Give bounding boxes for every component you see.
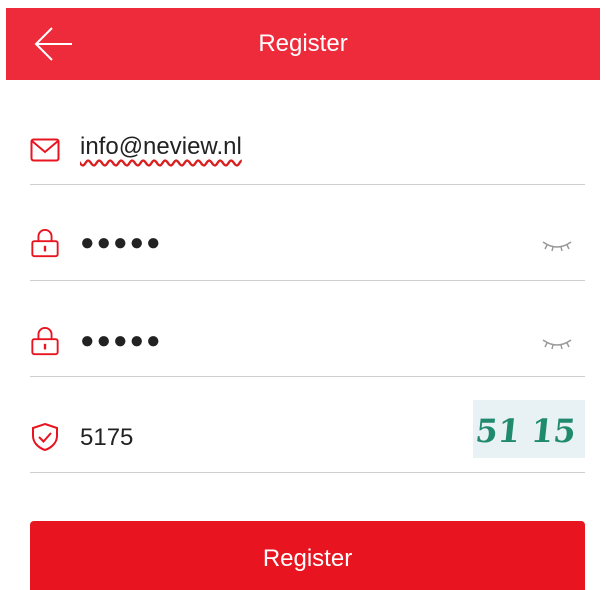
register-button[interactable]: Register xyxy=(30,521,585,590)
email-value: info@neview.nl xyxy=(80,133,242,160)
shield-check-icon xyxy=(32,422,58,452)
eye-closed-icon[interactable] xyxy=(539,332,575,354)
lock-icon xyxy=(31,326,59,356)
email-input[interactable]: info@neview.nl xyxy=(80,132,242,162)
confirm-password-field-row: ●●●●● xyxy=(30,280,585,377)
captcha-input[interactable]: 5175 xyxy=(80,423,133,453)
page-title: Register xyxy=(258,30,348,57)
password-input[interactable]: ●●●●● xyxy=(80,228,162,258)
arrow-left-icon xyxy=(34,27,72,61)
lock-icon xyxy=(31,228,59,258)
password-field-row: ●●●●● xyxy=(30,184,585,281)
captcha-field-row: 5175 51 15 xyxy=(30,376,585,473)
header-bar: Register xyxy=(6,8,600,80)
mail-icon xyxy=(30,138,60,162)
captcha-text: 51 15 xyxy=(474,412,578,450)
eye-closed-icon[interactable] xyxy=(539,234,575,256)
email-field-row: info@neview.nl xyxy=(30,88,585,185)
captcha-image[interactable]: 51 15 xyxy=(473,400,585,458)
captcha-graphic: 51 15 xyxy=(474,412,578,450)
back-button[interactable] xyxy=(32,24,76,64)
confirm-password-input[interactable]: ●●●●● xyxy=(80,326,162,356)
register-screen: Register info@neview.nl ●●●●● ●●●●● 5175… xyxy=(0,0,606,590)
